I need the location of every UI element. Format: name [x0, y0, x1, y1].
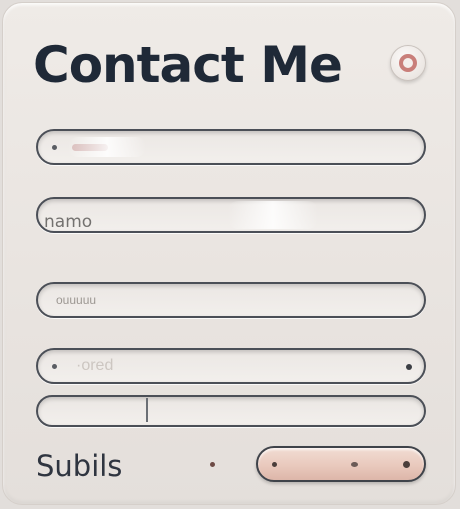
field-value: ·ored — [76, 357, 114, 374]
name-field[interactable]: namo — [36, 197, 426, 233]
submit-label: Subils — [36, 449, 123, 483]
dot-icon — [52, 364, 57, 369]
dot-icon — [272, 462, 277, 467]
page-title: Contact Me — [33, 36, 343, 94]
circle-ring-icon — [399, 54, 417, 72]
dot-icon — [52, 145, 57, 150]
text-cursor-icon — [146, 398, 148, 422]
text-field-1[interactable] — [36, 129, 426, 165]
submit-button[interactable] — [256, 446, 426, 482]
dot-icon — [403, 461, 410, 468]
contact-card: Contact Me namo ouuuuu ·ored Subils — [2, 2, 456, 505]
text-field-5[interactable] — [36, 395, 426, 427]
text-field-3[interactable]: ouuuuu — [36, 282, 426, 318]
field-highlight — [228, 201, 318, 229]
menu-button[interactable] — [390, 45, 426, 81]
field-value: ouuuuu — [56, 293, 97, 307]
dot-icon — [406, 364, 412, 370]
field-value: namo — [44, 212, 93, 232]
text-field-4[interactable]: ·ored — [36, 348, 426, 384]
placeholder-smudge — [72, 144, 108, 151]
dot-icon — [351, 462, 358, 467]
dot-icon — [210, 462, 215, 467]
